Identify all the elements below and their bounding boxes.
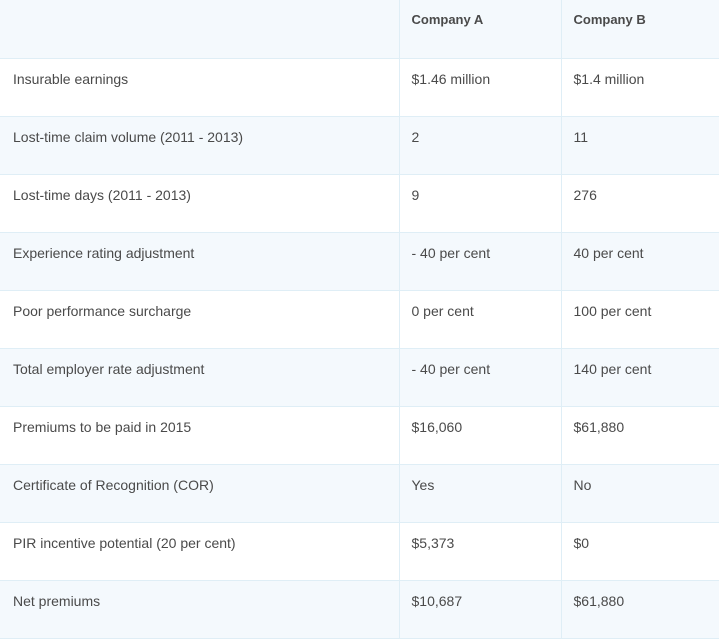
row-label: Certificate of Recognition (COR) (0, 464, 400, 523)
table-row: Total employer rate adjustment - 40 per … (0, 348, 719, 407)
row-label: Net premiums (0, 580, 400, 639)
row-label: PIR incentive potential (20 per cent) (0, 522, 400, 581)
row-label: Experience rating adjustment (0, 232, 400, 291)
company-b-value: 11 (561, 116, 719, 175)
company-b-value: $1.4 million (561, 58, 719, 117)
company-b-value: 140 per cent (561, 348, 719, 407)
table-row: PIR incentive potential (20 per cent) $5… (0, 522, 719, 581)
table-row: Lost-time days (2011 - 2013) 9 276 (0, 174, 719, 233)
table-row: Premiums to be paid in 2015 $16,060 $61,… (0, 406, 719, 465)
table-row: Net premiums $10,687 $61,880 (0, 580, 719, 639)
row-label: Poor performance surcharge (0, 290, 400, 349)
comparison-table: Company A Company B Insurable earnings $… (0, 0, 719, 639)
table-row: Poor performance surcharge 0 per cent 10… (0, 290, 719, 349)
company-b-value: 100 per cent (561, 290, 719, 349)
table-row: Insurable earnings $1.46 million $1.4 mi… (0, 58, 719, 117)
company-b-value: $0 (561, 522, 719, 581)
company-b-value: 40 per cent (561, 232, 719, 291)
header-company-b: Company B (561, 0, 719, 59)
company-a-value: $1.46 million (399, 58, 562, 117)
company-a-value: 0 per cent (399, 290, 562, 349)
company-a-value: - 40 per cent (399, 348, 562, 407)
company-a-value: $10,687 (399, 580, 562, 639)
table-row: Lost-time claim volume (2011 - 2013) 2 1… (0, 116, 719, 175)
company-a-value: $5,373 (399, 522, 562, 581)
table-row: Experience rating adjustment - 40 per ce… (0, 232, 719, 291)
company-b-value: $61,880 (561, 580, 719, 639)
company-b-value: No (561, 464, 719, 523)
header-company-a: Company A (399, 0, 562, 59)
row-label: Lost-time claim volume (2011 - 2013) (0, 116, 400, 175)
header-row: Company A Company B (0, 0, 719, 59)
company-a-value: Yes (399, 464, 562, 523)
row-label: Total employer rate adjustment (0, 348, 400, 407)
row-label: Insurable earnings (0, 58, 400, 117)
company-b-value: $61,880 (561, 406, 719, 465)
company-b-value: 276 (561, 174, 719, 233)
row-label: Premiums to be paid in 2015 (0, 406, 400, 465)
header-corner-cell (0, 0, 400, 59)
company-a-value: - 40 per cent (399, 232, 562, 291)
row-label: Lost-time days (2011 - 2013) (0, 174, 400, 233)
company-a-value: $16,060 (399, 406, 562, 465)
table-row: Certificate of Recognition (COR) Yes No (0, 464, 719, 523)
company-a-value: 2 (399, 116, 562, 175)
company-a-value: 9 (399, 174, 562, 233)
